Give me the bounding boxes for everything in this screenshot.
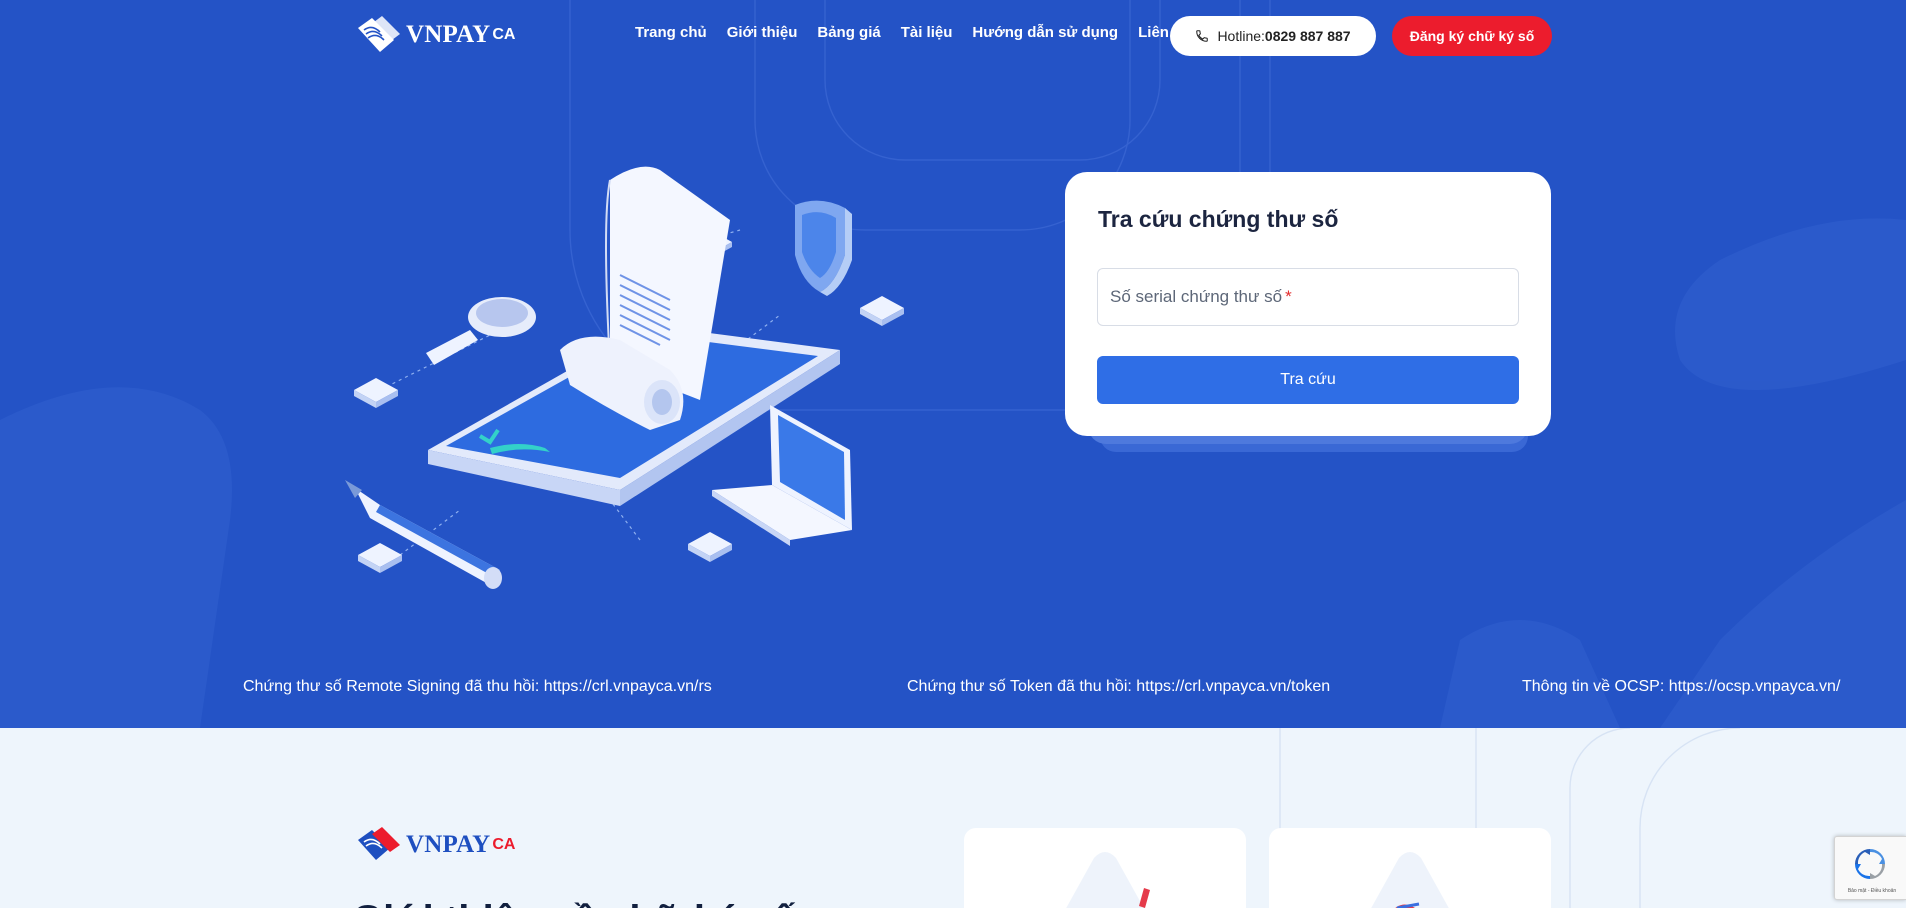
- pen-icon: [345, 480, 502, 589]
- vnpayca-logo-color: VNPAY CA: [352, 824, 515, 866]
- lookup-button[interactable]: Tra cứu: [1097, 356, 1519, 404]
- feature-illustration-icon: [1066, 852, 1150, 908]
- phone-icon: [1196, 30, 1209, 42]
- register-signature-button[interactable]: Đăng ký chữ ký số: [1392, 16, 1552, 56]
- nav-user-guide[interactable]: Hướng dẫn sử dụng: [972, 24, 1118, 41]
- remote-signing-crl-link[interactable]: Chứng thư số Remote Signing đã thu hồi: …: [243, 678, 712, 696]
- serial-number-placeholder: Số serial chứng thư số *: [1110, 287, 1292, 306]
- magnifier-icon: [426, 297, 536, 365]
- recaptcha-footer-text: Bảo mật - Điều khoản: [1847, 888, 1897, 894]
- main-nav: Trang chủ Giới thiệu Bảng giá Tài liệu H…: [635, 24, 1211, 41]
- nav-home[interactable]: Trang chủ: [635, 24, 707, 41]
- logo-suffix: CA: [492, 836, 516, 853]
- recaptcha-icon: [1855, 849, 1885, 879]
- nav-documents[interactable]: Tài liệu: [901, 24, 953, 41]
- logo-text: VNPAY: [406, 831, 491, 858]
- hero-background-decoration: [0, 0, 1906, 728]
- vnpay-logo-mark-icon: [358, 16, 400, 52]
- certificate-lookup-card: Tra cứu chứng thư số Số serial chứng thư…: [1065, 172, 1551, 436]
- serial-number-input[interactable]: Số serial chứng thư số *: [1097, 268, 1519, 326]
- vnpayca-logo[interactable]: VNPAY CA: [352, 14, 515, 56]
- hotline-number: 0829 887 887: [1264, 28, 1351, 44]
- nav-pricing[interactable]: Bảng giá: [817, 24, 880, 41]
- nav-about[interactable]: Giới thiệu: [727, 24, 798, 41]
- shield-icon: [795, 200, 852, 296]
- vnpay-logo-mark-icon: [358, 827, 400, 860]
- feature-card[interactable]: [1269, 828, 1551, 908]
- required-mark: *: [1285, 287, 1292, 306]
- recaptcha-badge[interactable]: Bảo mật - Điều khoản: [1834, 836, 1906, 900]
- intro-heading: Giới thiệu về chữ ký số: [352, 898, 796, 908]
- site-header: VNPAY CA Trang chủ Giới thiệu Bảng giá T…: [0, 0, 1906, 72]
- digital-signature-illustration: [345, 166, 904, 589]
- ocsp-link[interactable]: Thông tin về OCSP: https://ocsp.vnpayca.…: [1522, 678, 1840, 696]
- hotline-button[interactable]: Hotline: 0829 887 887: [1170, 16, 1376, 56]
- logo-text: VNPAY: [406, 21, 491, 48]
- feature-card[interactable]: [964, 828, 1246, 908]
- hotline-label: Hotline:: [1217, 28, 1265, 44]
- intro-section: VNPAY CA Giới thiệu về chữ ký số: [0, 728, 1906, 908]
- hero-section: VNPAY CA Trang chủ Giới thiệu Bảng giá T…: [0, 0, 1906, 728]
- lookup-title: Tra cứu chứng thư số: [1098, 206, 1339, 232]
- intro-background-decoration: [1279, 728, 1741, 908]
- logo-suffix: CA: [492, 26, 516, 43]
- feature-illustration-icon: [1371, 852, 1449, 908]
- token-crl-link[interactable]: Chứng thư số Token đã thu hồi: https://c…: [907, 678, 1330, 696]
